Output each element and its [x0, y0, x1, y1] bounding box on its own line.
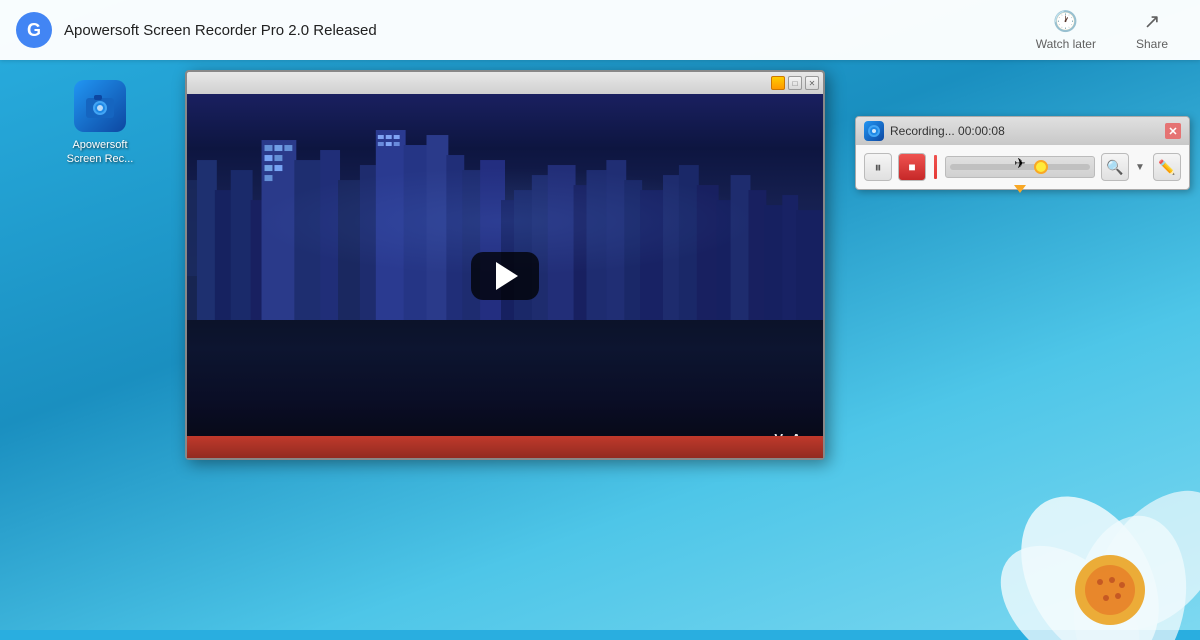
app-icon — [74, 80, 126, 132]
recording-slider[interactable]: ✈ — [945, 156, 1095, 178]
flower-decoration — [890, 320, 1200, 640]
play-triangle-icon — [496, 262, 518, 290]
desktop-icon-label: Apowersoft Screen Rec... — [67, 138, 134, 167]
stop-button[interactable]: ■ — [898, 153, 926, 181]
airplane-icon: ✈ — [1014, 155, 1026, 172]
watch-later-label: Watch later — [1036, 37, 1096, 51]
magnify-button[interactable]: 🔍 — [1101, 153, 1129, 181]
youtube-topbar: G Apowersoft Screen Recorder Pro 2.0 Rel… — [0, 0, 1200, 60]
window-bottom-bar — [187, 436, 823, 458]
slider-track: ✈ — [950, 164, 1090, 170]
share-icon: ↗ — [1144, 9, 1161, 34]
share-label: Share — [1136, 37, 1168, 51]
magnify-dropdown-arrow[interactable]: ▼ — [1135, 162, 1147, 173]
pause-icon: ⏸ — [875, 159, 882, 176]
close-x-icon: ✕ — [1168, 125, 1177, 138]
watch-later-icon: 🕐 — [1053, 9, 1078, 34]
minimize-button[interactable] — [771, 76, 785, 90]
avatar[interactable]: G — [16, 12, 52, 48]
slider-thumb[interactable] — [1034, 160, 1048, 174]
desktop-icon-apowersoft[interactable]: Apowersoft Screen Rec... — [60, 80, 140, 167]
desktop: G Apowersoft Screen Recorder Pro 2.0 Rel… — [0, 0, 1200, 630]
pencil-icon: ✏️ — [1158, 159, 1175, 176]
maximize-button[interactable]: □ — [788, 76, 802, 90]
stop-icon: ■ — [908, 160, 915, 174]
camera-icon — [82, 88, 118, 124]
recording-toolbar: Recording... 00:00:08 ✕ ⏸ ■ ✈ — [855, 116, 1190, 190]
magnify-icon: 🔍 — [1106, 159, 1123, 176]
edit-button[interactable]: ✏️ — [1153, 153, 1181, 181]
recording-title: Recording... 00:00:08 — [890, 124, 1159, 138]
video-content: V•A — [187, 94, 823, 458]
recording-titlebar: Recording... 00:00:08 ✕ — [856, 117, 1189, 145]
main-window: □ ✕ — [185, 70, 825, 460]
window-titlebar: □ ✕ — [187, 72, 823, 94]
topbar-actions: 🕐 Watch later ↗ Share — [1020, 3, 1184, 57]
pause-button[interactable]: ⏸ — [864, 153, 892, 181]
watch-later-button[interactable]: 🕐 Watch later — [1020, 3, 1112, 57]
share-button[interactable]: ↗ Share — [1120, 3, 1184, 57]
separator — [934, 155, 937, 179]
play-button[interactable] — [471, 252, 539, 300]
recording-controls: ⏸ ■ ✈ 🔍 ▼ — [856, 145, 1189, 189]
video-title: Apowersoft Screen Recorder Pro 2.0 Relea… — [64, 22, 1020, 39]
recording-app-icon — [864, 121, 884, 141]
recording-close-button[interactable]: ✕ — [1165, 123, 1181, 139]
cursor-arrow-icon — [1014, 185, 1026, 193]
close-button[interactable]: ✕ — [805, 76, 819, 90]
